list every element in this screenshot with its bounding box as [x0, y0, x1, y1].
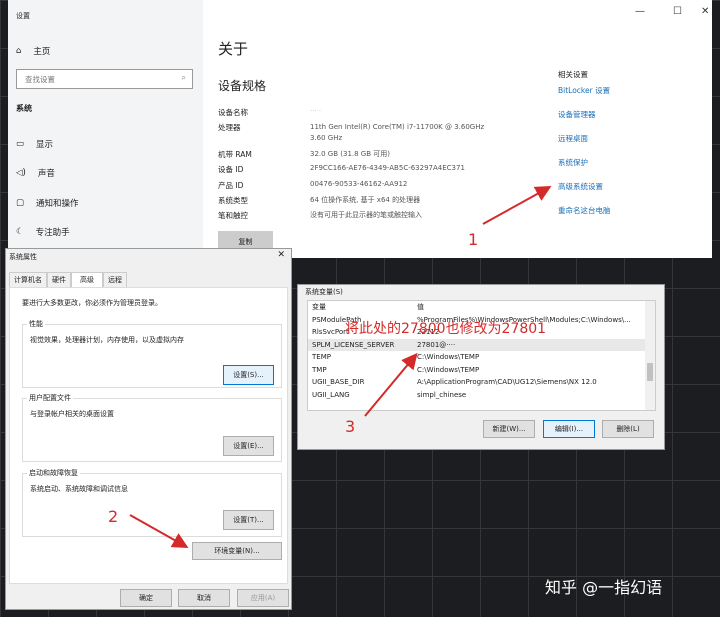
annotation-note: 将此处的27800也修改为27801 — [345, 321, 547, 337]
arrow-3 — [364, 352, 418, 417]
step-3-label: 3 — [345, 417, 356, 436]
step-2-label: 2 — [108, 507, 119, 526]
step-1-label: 1 — [468, 230, 479, 249]
arrow-1 — [482, 186, 552, 225]
watermark: 知乎 @一指幻语 — [545, 578, 663, 597]
arrow-2 — [129, 514, 189, 548]
